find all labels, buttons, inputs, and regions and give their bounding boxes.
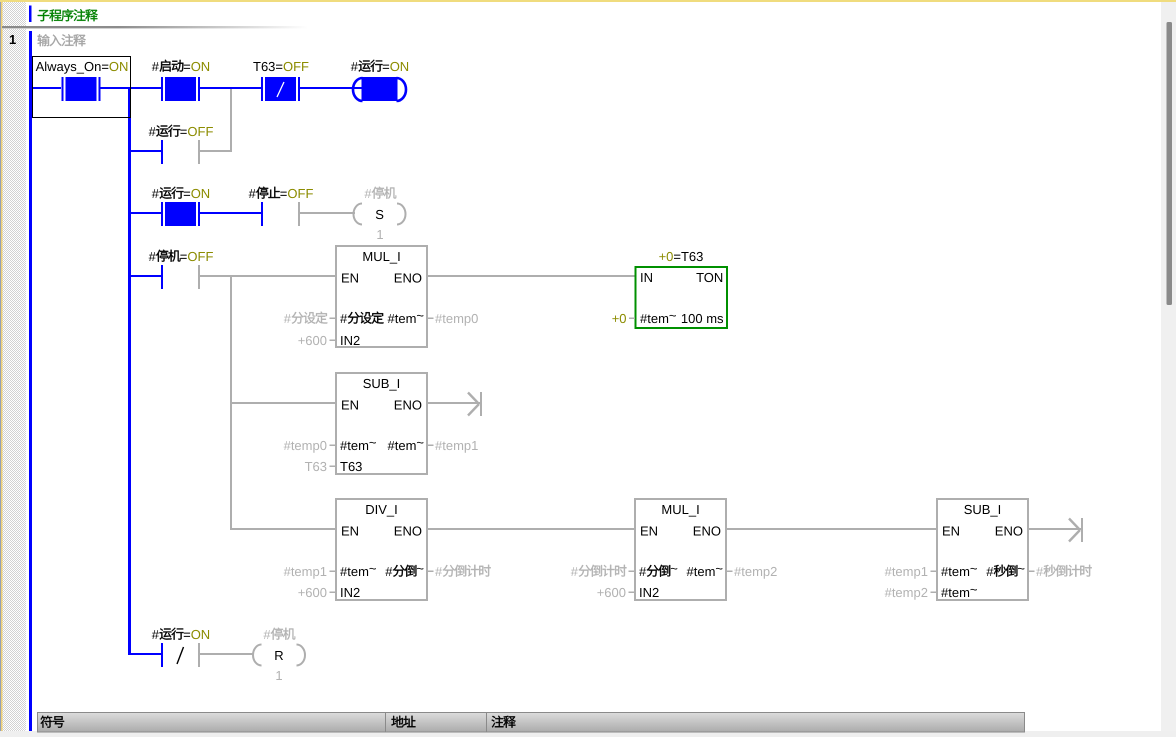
- svg-text:#: #: [340, 311, 348, 326]
- svg-text:#: #: [149, 124, 157, 139]
- svg-text:T63: T63: [340, 459, 362, 474]
- svg-text:TON: TON: [696, 270, 723, 285]
- svg-text:~: ~: [369, 561, 377, 576]
- svg-text:EN: EN: [341, 524, 359, 539]
- svg-text:#: #: [284, 311, 292, 326]
- svg-text:#: #: [571, 564, 579, 579]
- svg-text:OFF: OFF: [187, 124, 213, 139]
- svg-text:~: ~: [369, 435, 377, 450]
- svg-text:#temp0: #temp0: [284, 438, 327, 453]
- svg-text:#: #: [986, 564, 994, 579]
- svg-text:~: ~: [970, 561, 978, 576]
- svg-text:#: #: [364, 186, 372, 201]
- svg-text:ENO: ENO: [394, 524, 422, 539]
- svg-text:~: ~: [416, 435, 424, 450]
- svg-text:+600: +600: [597, 585, 626, 600]
- svg-text:MUL_I: MUL_I: [661, 502, 699, 517]
- svg-text:T63: T63: [305, 459, 327, 474]
- svg-text:EN: EN: [341, 398, 359, 413]
- svg-text:#: #: [263, 627, 271, 642]
- svg-text:#temp2: #temp2: [734, 564, 777, 579]
- svg-text:EN: EN: [640, 524, 658, 539]
- svg-text:#tem: #tem: [687, 564, 716, 579]
- svg-text:IN2: IN2: [340, 585, 360, 600]
- svg-text:SUB_I: SUB_I: [964, 502, 1002, 517]
- svg-text:ON: ON: [191, 627, 211, 642]
- svg-text:#: #: [149, 249, 157, 264]
- svg-text:+600: +600: [298, 333, 327, 348]
- svg-text:#temp2: #temp2: [885, 585, 928, 600]
- svg-text:DIV_I: DIV_I: [365, 502, 398, 517]
- svg-text:1: 1: [9, 32, 16, 47]
- svg-text:~: ~: [670, 561, 678, 576]
- svg-text:#: #: [152, 627, 160, 642]
- svg-text:~: ~: [970, 582, 978, 597]
- svg-text:IN2: IN2: [639, 585, 659, 600]
- svg-text:=: =: [183, 186, 191, 201]
- svg-text:OFF: OFF: [283, 59, 309, 74]
- svg-text:SUB_I: SUB_I: [363, 376, 401, 391]
- svg-text:#temp1: #temp1: [885, 564, 928, 579]
- svg-text:=: =: [180, 249, 188, 264]
- svg-text:~: ~: [1017, 561, 1025, 576]
- svg-text:+0: +0: [659, 249, 674, 264]
- svg-text:ENO: ENO: [995, 524, 1023, 539]
- svg-text:ON: ON: [109, 59, 128, 74]
- svg-text:#temp0: #temp0: [435, 311, 478, 326]
- svg-text:~: ~: [416, 561, 424, 576]
- svg-text:ON: ON: [390, 59, 410, 74]
- svg-text:ENO: ENO: [394, 398, 422, 413]
- svg-text:+0: +0: [612, 311, 627, 326]
- svg-text:OFF: OFF: [187, 249, 213, 264]
- svg-text:~: ~: [715, 561, 723, 576]
- svg-text:~: ~: [669, 308, 677, 323]
- svg-text:ON: ON: [191, 186, 211, 201]
- svg-text:#tem: #tem: [941, 585, 970, 600]
- svg-text:=: =: [382, 59, 390, 74]
- svg-text:IN2: IN2: [340, 333, 360, 348]
- svg-text:ON: ON: [191, 59, 211, 74]
- svg-text:IN: IN: [640, 270, 653, 285]
- svg-text:#temp1: #temp1: [284, 564, 327, 579]
- svg-text:#tem: #tem: [340, 564, 369, 579]
- svg-text:=: =: [183, 59, 191, 74]
- svg-text:#: #: [1036, 564, 1044, 579]
- svg-text:#tem: #tem: [941, 564, 970, 579]
- svg-text:OFF: OFF: [287, 186, 313, 201]
- svg-text:=: =: [280, 186, 288, 201]
- svg-text:=: =: [183, 627, 191, 642]
- svg-text:#tem: #tem: [388, 438, 417, 453]
- svg-text:+600: +600: [298, 585, 327, 600]
- svg-text:MUL_I: MUL_I: [362, 249, 400, 264]
- svg-text:EN: EN: [341, 271, 359, 286]
- svg-text:#: #: [435, 564, 443, 579]
- svg-text:#tem: #tem: [640, 311, 669, 326]
- svg-text:T63=: T63=: [253, 59, 283, 74]
- svg-text:1: 1: [376, 227, 383, 242]
- svg-text:100 ms: 100 ms: [681, 311, 724, 326]
- svg-text:#: #: [351, 59, 359, 74]
- svg-text:Always_On=: Always_On=: [36, 59, 109, 74]
- svg-text:#: #: [249, 186, 257, 201]
- svg-text:EN: EN: [942, 524, 960, 539]
- svg-text:ENO: ENO: [693, 524, 721, 539]
- svg-text:#tem: #tem: [340, 438, 369, 453]
- svg-text:~: ~: [416, 308, 424, 323]
- svg-text:S: S: [375, 207, 384, 222]
- svg-text:#tem: #tem: [388, 311, 417, 326]
- svg-text:1: 1: [275, 668, 282, 683]
- svg-text:#: #: [152, 59, 160, 74]
- svg-text:#: #: [385, 564, 393, 579]
- svg-text:=: =: [180, 124, 188, 139]
- svg-text:#: #: [152, 186, 160, 201]
- svg-text:R: R: [274, 648, 283, 663]
- svg-text:#temp1: #temp1: [435, 438, 478, 453]
- svg-text:#: #: [639, 564, 647, 579]
- svg-text:ENO: ENO: [394, 271, 422, 286]
- svg-text:=T63: =T63: [673, 249, 703, 264]
